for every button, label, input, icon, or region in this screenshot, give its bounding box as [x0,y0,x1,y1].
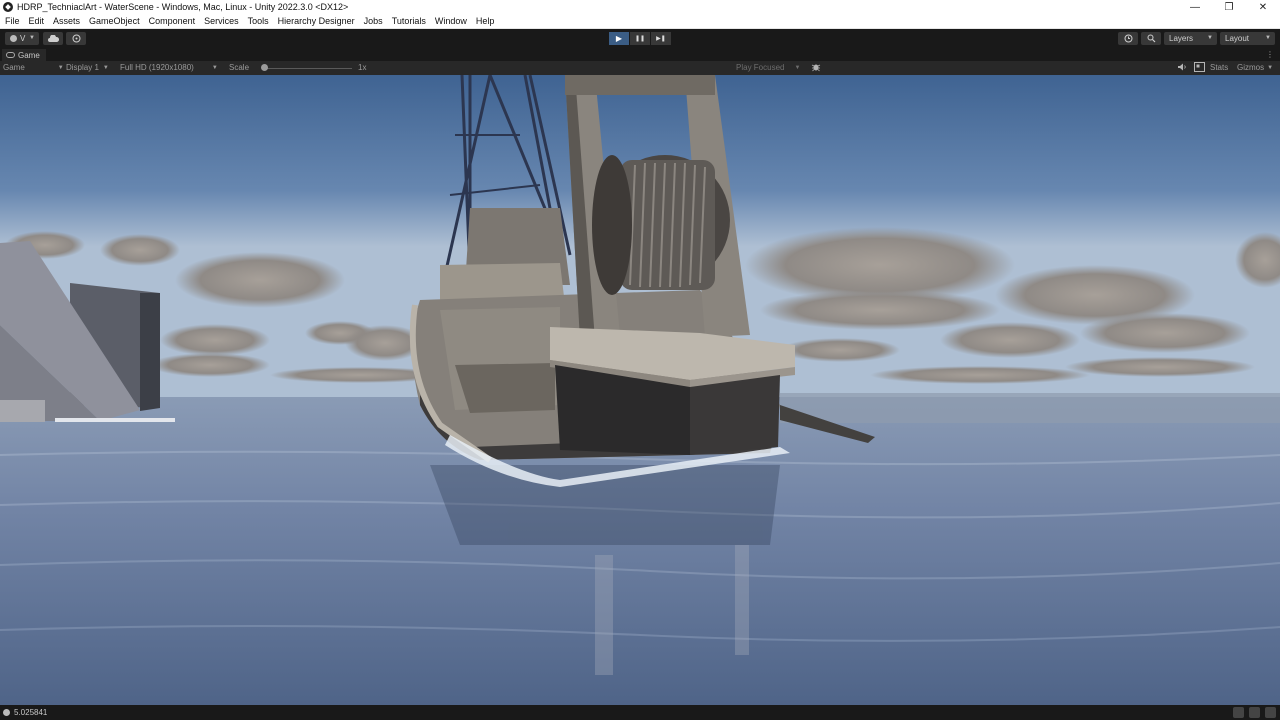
more-options-icon[interactable]: ⋮ [1266,50,1274,59]
menu-window[interactable]: Window [430,16,471,26]
progress-icon[interactable] [1249,707,1260,718]
game-viewport[interactable] [0,75,1280,705]
gizmos-label: Gizmos [1237,63,1265,72]
menu-jobs[interactable]: Jobs [359,16,387,26]
layout-label: Layout [1225,34,1250,43]
info-icon [3,709,10,716]
chevron-down-icon: ▼ [211,64,218,71]
scale-value: 1x [358,63,366,72]
cloud-button[interactable] [43,32,63,45]
unity-logo-icon [3,2,13,12]
history-button[interactable] [1118,32,1138,45]
account-dropdown[interactable]: V ▼ [5,32,39,45]
gizmo-grid-button[interactable] [1194,62,1205,72]
status-bar: 5.025841 [0,705,1280,720]
grid-icon [1194,62,1205,72]
menu-tutorials[interactable]: Tutorials [387,16,430,26]
search-icon [1147,34,1155,43]
scale-label-text: Scale [229,63,250,72]
view-mode-label: Game [3,63,25,72]
scale-slider-track[interactable] [262,68,352,69]
view-mode-dropdown[interactable]: Game ▼ [3,63,64,72]
menu-assets[interactable]: Assets [48,16,84,26]
scene-render [0,75,1280,705]
gamepad-icon [6,52,15,58]
main-toolbar: V ▼ ▶ ❚❚ ▶❚ Layers ▼ Layout ▼ [0,29,1280,49]
menu-bar: File Edit Assets GameObject Component Se… [0,14,1280,29]
chevron-down-icon: ▼ [1207,35,1213,41]
minimize-button[interactable]: — [1178,0,1212,14]
chevron-down-icon: ▼ [1267,64,1274,71]
scale-label: Scale [229,63,249,72]
menu-component[interactable]: Component [144,16,200,26]
window-title: HDRP_TechniaclArt - WaterScene - Windows… [17,2,349,12]
scale-value-text: 1x [358,63,367,72]
tab-game-label: Game [18,50,40,60]
bug-icon [811,64,821,72]
layers-dropdown[interactable]: Layers ▼ [1164,32,1217,45]
play-icon: ▶ [615,34,623,43]
title-bar: HDRP_TechniaclArt - WaterScene - Windows… [0,0,1280,14]
play-mode-dropdown[interactable]: Play Focused ▼ [736,63,800,72]
menu-edit[interactable]: Edit [24,16,49,26]
cloud-icon [47,35,59,42]
stats-button[interactable]: Stats [1210,63,1228,72]
menu-gameobject[interactable]: GameObject [84,16,144,26]
display-dropdown[interactable]: Display 1 ▼ [66,63,109,72]
resolution-dropdown[interactable]: Full HD (1920x1080) ▼ [120,63,218,72]
menu-file[interactable]: File [0,16,24,26]
notification-icon[interactable] [1233,707,1244,718]
account-icon [10,35,17,42]
chevron-down-icon: ▼ [102,64,109,71]
debug-button[interactable] [811,62,821,72]
restore-button[interactable]: ❐ [1212,0,1246,14]
stats-label: Stats [1210,63,1229,72]
pause-button[interactable]: ❚❚ [630,32,650,45]
close-button[interactable]: ✕ [1246,0,1280,14]
resolution-label: Full HD (1920x1080) [120,63,194,72]
status-message[interactable]: 5.025841 [14,708,47,717]
tab-header: Game ⋮ [0,49,1280,61]
menu-help[interactable]: Help [471,16,499,26]
menu-hierarchy-designer[interactable]: Hierarchy Designer [273,16,359,26]
history-icon [1124,34,1132,43]
collab-button[interactable] [66,32,86,45]
account-label: V [20,34,26,43]
mute-audio-button[interactable] [1177,62,1187,72]
status-icons [1228,707,1276,718]
chevron-down-icon: ▼ [57,64,64,71]
chevron-down-icon: ▼ [29,35,35,41]
tab-game[interactable]: Game [2,49,46,61]
chevron-down-icon: ▼ [794,64,801,71]
speaker-icon [1178,63,1186,71]
play-controls: ▶ ❚❚ ▶❚ [609,32,672,45]
menu-services[interactable]: Services [199,16,243,26]
layout-dropdown[interactable]: Layout ▼ [1220,32,1275,45]
menu-tools[interactable]: Tools [243,16,273,26]
gizmos-dropdown[interactable]: Gizmos ▼ [1237,63,1273,72]
layers-label: Layers [1169,34,1194,43]
display-label: Display 1 [66,63,99,72]
play-mode-label: Play Focused [736,63,785,72]
collab-icon [72,34,80,43]
step-icon: ▶❚ [656,36,666,42]
window-controls: — ❐ ✕ [1178,0,1280,14]
debug-mode-icon[interactable] [1265,707,1276,718]
search-button[interactable] [1141,32,1161,45]
step-button[interactable]: ▶❚ [651,32,671,45]
scale-slider-handle[interactable] [261,64,268,71]
pause-icon: ❚❚ [634,36,646,42]
game-view-toolbar: Game ▼ Display 1 ▼ Full HD (1920x1080) ▼… [0,61,1280,75]
chevron-down-icon: ▼ [1265,35,1271,41]
play-button[interactable]: ▶ [609,32,629,45]
